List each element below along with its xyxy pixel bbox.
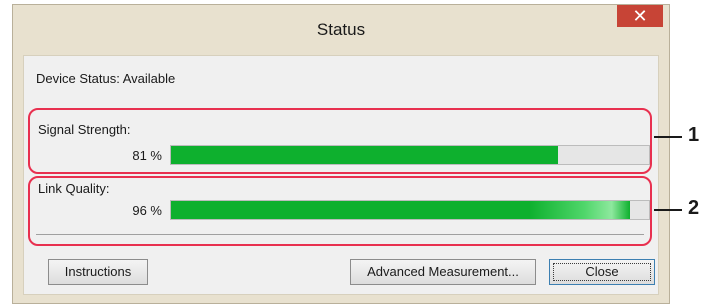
title-bar[interactable]: Status ✕ — [13, 5, 669, 55]
callout-number-1: 1 — [688, 124, 700, 146]
link-quality-label: Link Quality: — [38, 181, 110, 196]
close-window-button[interactable]: ✕ — [617, 5, 663, 27]
link-quality-bar — [170, 200, 650, 220]
signal-strength-group: Signal Strength: 81 % — [28, 108, 652, 174]
link-quality-fill — [171, 201, 630, 219]
screenshot-stage: Status ✕ Device Status: Available Signal… — [0, 0, 708, 306]
device-status-text: Device Status: Available — [36, 71, 176, 86]
divider — [36, 234, 644, 235]
close-button-label: Close — [585, 264, 619, 279]
signal-strength-bar — [170, 145, 650, 165]
callout-line-1 — [654, 136, 682, 138]
dialog-body: Device Status: Available Signal Strength… — [23, 55, 659, 295]
signal-strength-label: Signal Strength: — [38, 122, 131, 137]
dialog-title: Status — [316, 20, 366, 39]
link-quality-percent: 96 % — [132, 203, 162, 218]
callout-line-2 — [654, 209, 682, 211]
close-icon: ✕ — [632, 6, 648, 26]
signal-strength-fill — [171, 146, 559, 164]
instructions-button[interactable]: Instructions — [48, 259, 148, 285]
signal-strength-percent: 81 % — [132, 148, 162, 163]
link-quality-group: Link Quality: 96 % — [28, 176, 652, 246]
callout-number-2: 2 — [688, 197, 700, 219]
advanced-measurement-button[interactable]: Advanced Measurement... — [350, 259, 536, 285]
status-dialog: Status ✕ Device Status: Available Signal… — [12, 4, 670, 304]
close-button[interactable]: Close — [549, 259, 655, 285]
